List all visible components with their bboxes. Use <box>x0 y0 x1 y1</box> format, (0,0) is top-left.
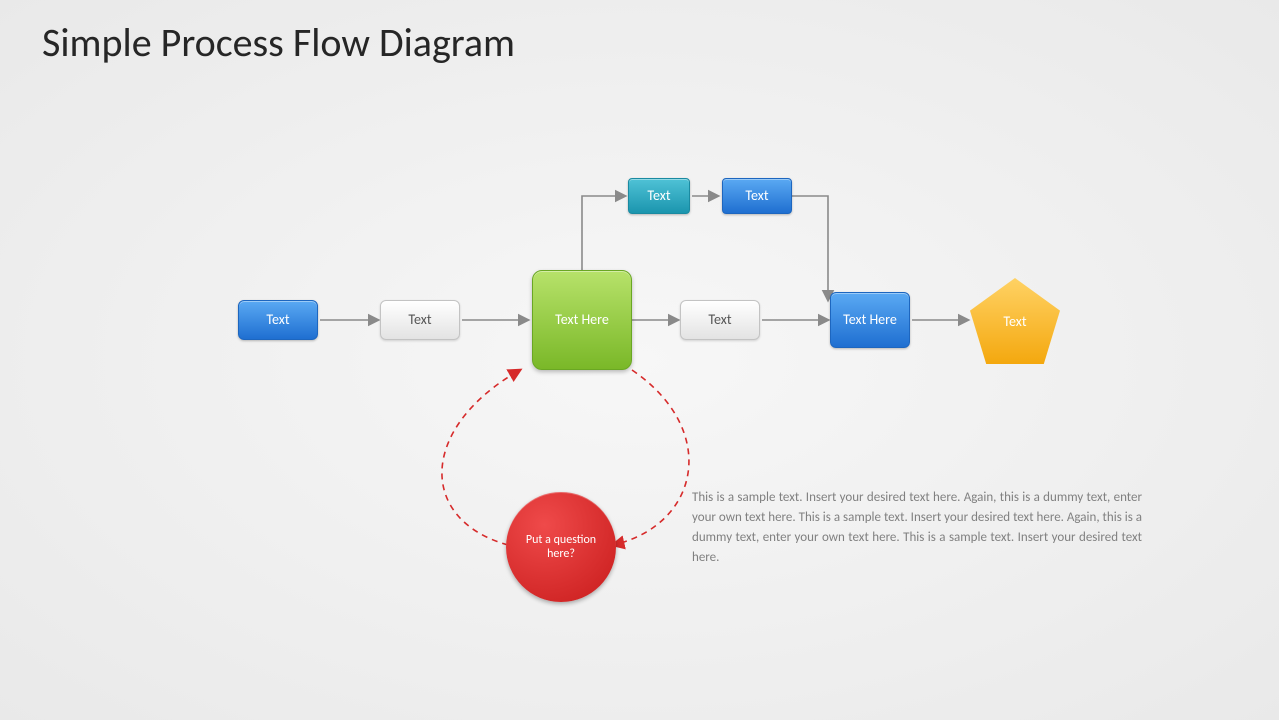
node-6: Text <box>970 278 1060 364</box>
node-top-2-label: Text <box>739 188 774 205</box>
node-4-label: Text <box>702 312 737 329</box>
node-1: Text <box>238 300 318 340</box>
node-2: Text <box>380 300 460 340</box>
node-6-label: Text <box>970 278 1060 364</box>
question-node: Put a question here? <box>506 492 616 602</box>
node-3-label: Text Here <box>549 312 615 329</box>
question-label: Put a question here? <box>506 533 616 562</box>
node-5-label: Text Here <box>837 312 903 329</box>
connectors <box>0 0 1279 720</box>
node-top-1-label: Text <box>641 188 676 205</box>
node-5: Text Here <box>830 292 910 348</box>
node-top-2: Text <box>722 178 792 214</box>
node-top-1: Text <box>628 178 690 214</box>
node-3: Text Here <box>532 270 632 370</box>
node-2-label: Text <box>402 312 437 329</box>
diagram-stage: Text Text Text Text Text Here Text Text … <box>0 0 1279 720</box>
node-4: Text <box>680 300 760 340</box>
node-1-label: Text <box>260 312 295 329</box>
description-text: This is a sample text. Insert your desir… <box>692 488 1142 569</box>
